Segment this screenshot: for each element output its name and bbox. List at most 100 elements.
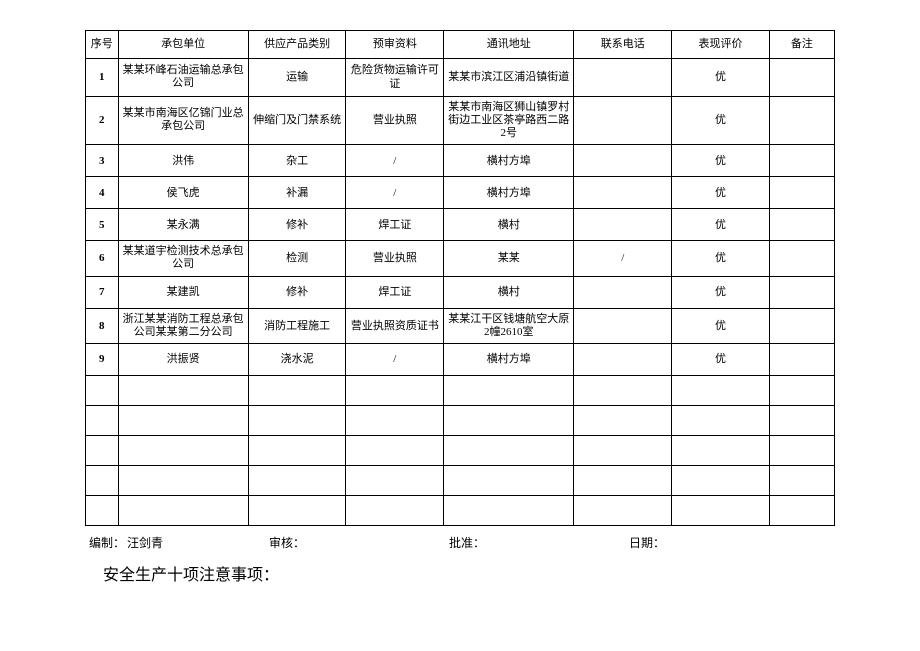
table-row: 9洪振贤浇水泥/横村方埠 优 [86, 343, 835, 375]
cell-empty [86, 495, 119, 525]
cell-eval: 优 [672, 177, 770, 209]
cell-empty [444, 495, 574, 525]
cell-address: 某某市滨江区浦沿镇街道 [444, 59, 574, 97]
cell-seq: 6 [86, 241, 119, 276]
cell-empty [248, 375, 346, 405]
cell-empty [118, 405, 248, 435]
cell-empty [346, 465, 444, 495]
cell-material: 营业执照 [346, 241, 444, 276]
cell-empty [248, 495, 346, 525]
cell-category: 补漏 [248, 177, 346, 209]
cell-empty [574, 375, 672, 405]
cell-empty [248, 465, 346, 495]
cell-unit: 某永满 [118, 209, 248, 241]
cell-remark [769, 209, 834, 241]
cell-eval: 优 [672, 209, 770, 241]
cell-empty [574, 465, 672, 495]
cell-category: 浇水泥 [248, 343, 346, 375]
th-address: 通讯地址 [444, 31, 574, 59]
cell-empty [444, 405, 574, 435]
cell-seq: 1 [86, 59, 119, 97]
cell-seq: 3 [86, 145, 119, 177]
cell-material: / [346, 177, 444, 209]
cell-eval: 优 [672, 241, 770, 276]
table-row: 2某某市南海区亿锦门业总承包公司伸缩门及门禁系统营业执照某某市南海区狮山镇罗村街… [86, 96, 835, 145]
date-label: 日期： [629, 534, 665, 551]
cell-eval: 优 [672, 145, 770, 177]
cell-empty [346, 435, 444, 465]
cell-empty [346, 405, 444, 435]
cell-category: 伸缩门及门禁系统 [248, 96, 346, 145]
cell-phone: / [574, 241, 672, 276]
table-row-empty [86, 435, 835, 465]
cell-unit: 某某道宇检测技术总承包公司 [118, 241, 248, 276]
table-row-empty [86, 375, 835, 405]
cell-phone [574, 145, 672, 177]
cell-seq: 9 [86, 343, 119, 375]
cell-phone [574, 177, 672, 209]
th-phone: 联系电话 [574, 31, 672, 59]
cell-phone [574, 343, 672, 375]
table-row: 3洪伟杂工/横村方埠优 [86, 145, 835, 177]
contractor-table: 序号 承包单位 供应产品类别 预审资料 通讯地址 联系电话 表现评价 备注 1某… [85, 30, 835, 526]
table-body: 1某某环峰石油运输总承包公司运输危险货物运输许可证某某市滨江区浦沿镇街道优2某某… [86, 59, 835, 526]
cell-eval: 优 [672, 343, 770, 375]
cell-empty [672, 405, 770, 435]
cell-eval: 优 [672, 276, 770, 308]
table-row-empty [86, 405, 835, 435]
cell-empty [574, 435, 672, 465]
compiler-value: 汪剑青 [127, 534, 163, 551]
cell-unit: 洪振贤 [118, 343, 248, 375]
cell-address: 横村 [444, 209, 574, 241]
cell-address: 横村方埠 [444, 343, 574, 375]
cell-empty [574, 405, 672, 435]
cell-address: 某某江干区钱塘航空大原2幢2610室 [444, 308, 574, 343]
section-title: 安全生产十项注意事项： [85, 561, 835, 585]
cell-address: 某某市南海区狮山镇罗村街边工业区茶亭路西二路2号 [444, 96, 574, 145]
cell-empty [769, 495, 834, 525]
approver-label: 批准： [449, 534, 485, 551]
cell-empty [118, 375, 248, 405]
table-row: 4侯飞虎补漏/横村方埠优 [86, 177, 835, 209]
cell-empty [86, 465, 119, 495]
table-header-row: 序号 承包单位 供应产品类别 预审资料 通讯地址 联系电话 表现评价 备注 [86, 31, 835, 59]
footer-signoff: 编制： 汪剑青 审核： 批准： 日期： [85, 534, 835, 551]
cell-unit: 洪伟 [118, 145, 248, 177]
cell-remark [769, 308, 834, 343]
cell-empty [86, 435, 119, 465]
table-row-empty [86, 495, 835, 525]
cell-empty [769, 405, 834, 435]
table-row: 6某某道宇检测技术总承包公司检测营业执照某某/优 [86, 241, 835, 276]
cell-empty [769, 435, 834, 465]
cell-category: 修补 [248, 276, 346, 308]
table-row-empty [86, 465, 835, 495]
cell-seq: 2 [86, 96, 119, 145]
cell-seq: 7 [86, 276, 119, 308]
th-category: 供应产品类别 [248, 31, 346, 59]
cell-remark [769, 145, 834, 177]
cell-empty [118, 435, 248, 465]
cell-category: 消防工程施工 [248, 308, 346, 343]
cell-empty [672, 495, 770, 525]
cell-remark [769, 59, 834, 97]
cell-seq: 5 [86, 209, 119, 241]
cell-empty [248, 435, 346, 465]
cell-material: / [346, 343, 444, 375]
cell-empty [574, 495, 672, 525]
cell-unit: 某某市南海区亿锦门业总承包公司 [118, 96, 248, 145]
cell-empty [444, 375, 574, 405]
cell-empty [769, 465, 834, 495]
cell-seq: 4 [86, 177, 119, 209]
cell-empty [672, 435, 770, 465]
cell-empty [118, 495, 248, 525]
cell-category: 检测 [248, 241, 346, 276]
cell-category: 修补 [248, 209, 346, 241]
cell-phone [574, 276, 672, 308]
cell-empty [769, 375, 834, 405]
th-remark: 备注 [769, 31, 834, 59]
cell-empty [118, 465, 248, 495]
cell-remark [769, 241, 834, 276]
cell-empty [86, 375, 119, 405]
cell-empty [672, 465, 770, 495]
reviewer-label: 审核： [269, 534, 305, 551]
